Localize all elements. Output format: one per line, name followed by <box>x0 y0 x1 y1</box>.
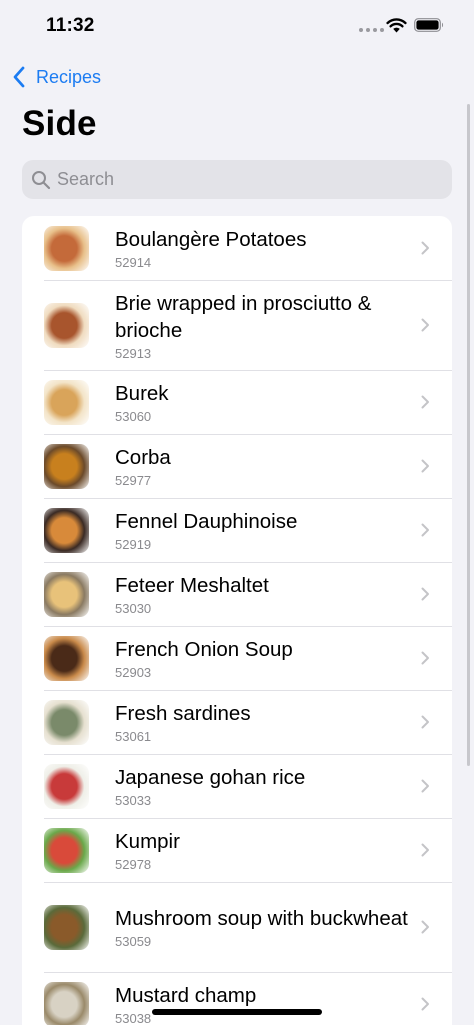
chevron-right-icon <box>421 651 429 665</box>
chevron-right-icon <box>421 920 429 934</box>
recipe-row[interactable]: Mushroom soup with buckwheat 53059 <box>22 882 452 972</box>
mustard-champ-thumbnail <box>44 981 89 1025</box>
recipe-id: 53030 <box>115 601 152 616</box>
search-bar[interactable] <box>22 160 452 199</box>
recipe-row[interactable]: Boulangère Potatoes 52914 <box>22 216 452 280</box>
recipe-text: Boulangère Potatoes 52914 <box>115 226 452 270</box>
recipe-list: Boulangère Potatoes 52914 Brie wrapped in … <box>22 216 452 1025</box>
chevron-right-icon <box>421 779 429 793</box>
recipe-id: 52978 <box>115 857 152 872</box>
recipe-row[interactable]: French Onion Soup 52903 <box>22 626 452 690</box>
recipe-id: 52914 <box>115 255 152 270</box>
chevron-right-icon <box>421 523 429 537</box>
recipe-row[interactable]: Corba 52977 <box>22 434 452 498</box>
battery-icon <box>414 18 444 32</box>
chevron-left-icon <box>13 66 25 88</box>
fresh-sardines-thumbnail <box>44 699 89 745</box>
page-title: Side <box>22 104 97 143</box>
recipe-text: Mustard champ 53038 <box>115 982 452 1025</box>
recipe-name: Brie wrapped in prosciutto & brioche <box>115 291 372 342</box>
feteer-meshaltet-thumbnail <box>44 571 89 617</box>
recipe-name: Feteer Meshaltet <box>115 574 269 597</box>
search-input[interactable] <box>57 169 417 190</box>
chevron-right-icon <box>421 395 429 409</box>
recipe-row[interactable]: Feteer Meshaltet 53030 <box>22 562 452 626</box>
scroll-indicator[interactable] <box>467 104 470 766</box>
recipe-text: Brie wrapped in prosciutto & brioche 5291… <box>115 290 452 361</box>
boulangere-potatoes-thumbnail <box>44 225 89 271</box>
recipe-row[interactable]: Burek 53060 <box>22 370 452 434</box>
recipe-id: 52977 <box>115 473 152 488</box>
cellular-signal-icon <box>359 28 384 32</box>
recipe-row[interactable]: Fresh sardines 53061 <box>22 690 452 754</box>
chevron-right-icon <box>421 459 429 473</box>
recipe-text: Kumpir 52978 <box>115 828 452 872</box>
fennel-dauphinoise-thumbnail <box>44 507 89 553</box>
kumpir-thumbnail <box>44 827 89 873</box>
recipe-list-screen: 11:32 Recipes Side Boulangère Potatoes 52… <box>0 0 474 1025</box>
recipe-name: Boulangère Potatoes <box>115 228 307 251</box>
recipe-id: 53033 <box>115 793 152 808</box>
recipe-name: Japanese gohan rice <box>115 766 306 789</box>
recipe-name: Kumpir <box>115 830 180 853</box>
home-indicator[interactable] <box>152 1009 322 1015</box>
recipe-text: Burek 53060 <box>115 380 452 424</box>
recipe-name: Fresh sardines <box>115 702 251 725</box>
corba-thumbnail <box>44 443 89 489</box>
recipe-id: 53059 <box>115 934 152 949</box>
recipe-text: Corba 52977 <box>115 444 452 488</box>
chevron-right-icon <box>421 318 429 332</box>
wifi-icon <box>386 18 407 33</box>
back-button[interactable]: Recipes <box>12 63 101 91</box>
search-icon <box>32 170 51 189</box>
recipe-id: 52913 <box>115 345 152 361</box>
recipe-id: 52903 <box>115 665 152 680</box>
recipe-row[interactable]: Japanese gohan rice 53033 <box>22 754 452 818</box>
recipe-text: Mushroom soup with buckwheat 53059 <box>115 905 452 949</box>
mushroom-soup-thumbnail <box>44 904 89 950</box>
recipe-id: 53060 <box>115 409 152 424</box>
burek-thumbnail <box>44 379 89 425</box>
brie-prosciutto-thumbnail <box>44 302 89 348</box>
recipe-row[interactable]: Fennel Dauphinoise 52919 <box>22 498 452 562</box>
chevron-right-icon <box>421 843 429 857</box>
recipe-id: 52919 <box>115 537 152 552</box>
recipe-text: Fresh sardines 53061 <box>115 700 452 744</box>
chevron-right-icon <box>421 241 429 255</box>
recipe-text: Feteer Meshaltet 53030 <box>115 572 452 616</box>
recipe-name: Corba <box>115 446 171 469</box>
recipe-text: French Onion Soup 52903 <box>115 636 452 680</box>
french-onion-soup-thumbnail <box>44 635 89 681</box>
recipe-row[interactable]: Mustard champ 53038 <box>22 972 452 1025</box>
recipe-row[interactable]: Brie wrapped in prosciutto & brioche 5291… <box>22 280 452 370</box>
recipe-row[interactable]: Kumpir 52978 <box>22 818 452 882</box>
recipe-name: Mushroom soup with buckwheat <box>115 907 408 930</box>
chevron-right-icon <box>421 997 429 1011</box>
recipe-id: 53061 <box>115 729 152 744</box>
recipe-text: Fennel Dauphinoise 52919 <box>115 508 452 552</box>
recipe-name: French Onion Soup <box>115 638 293 661</box>
back-button-label: Recipes <box>36 66 102 87</box>
recipe-name: Mustard champ <box>115 984 257 1007</box>
status-time: 11:32 <box>46 15 95 36</box>
recipe-name: Burek <box>115 382 169 405</box>
recipe-text: Japanese gohan rice 53033 <box>115 764 452 808</box>
japanese-gohan-rice-thumbnail <box>44 763 89 809</box>
chevron-right-icon <box>421 715 429 729</box>
recipe-name: Fennel Dauphinoise <box>115 510 298 533</box>
chevron-right-icon <box>421 587 429 601</box>
status-bar: 11:32 <box>0 0 474 54</box>
